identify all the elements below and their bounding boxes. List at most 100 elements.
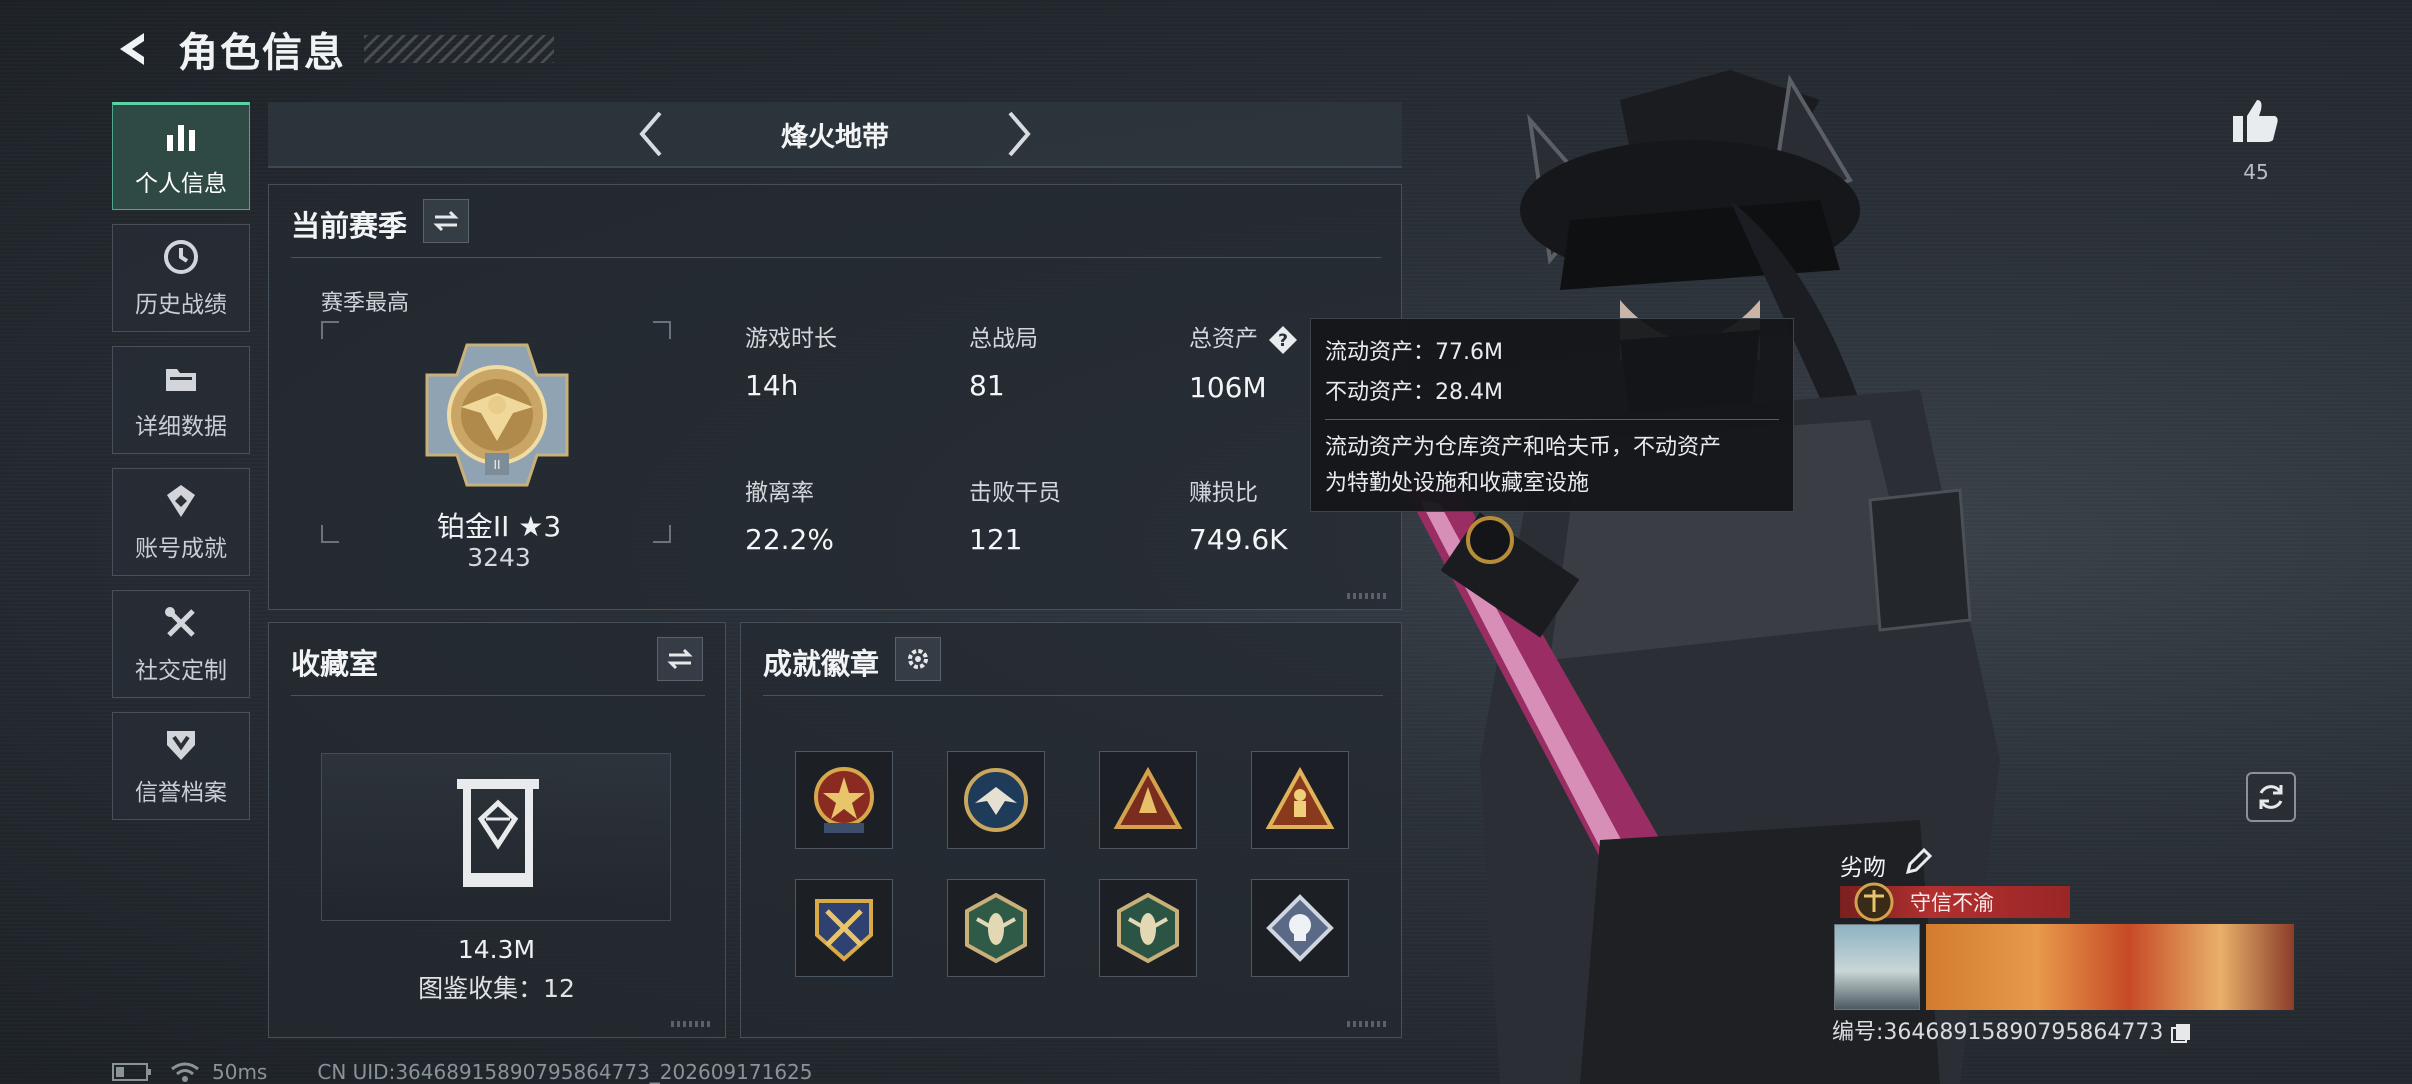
star-emblem-icon xyxy=(814,767,874,833)
edit-icon[interactable] xyxy=(1904,846,1934,876)
stat-value: 81 xyxy=(969,369,1005,402)
sidebar-item-social-custom[interactable]: 社交定制 xyxy=(112,590,250,698)
profile-banner[interactable] xyxy=(1926,924,2294,1010)
svg-text:?: ? xyxy=(1278,331,1288,351)
like-count: 45 xyxy=(2243,160,2269,184)
refresh-icon xyxy=(2259,785,2283,809)
hornet-hex-2-icon xyxy=(1117,892,1179,964)
rank-score: 3243 xyxy=(467,543,531,572)
season-divider xyxy=(291,257,1381,258)
ping-value: 50ms xyxy=(212,1060,268,1084)
copy-icon[interactable] xyxy=(2170,1022,2192,1044)
tooltip-description-line-1: 流动资产为仓库资产和哈夫币，不动资产 xyxy=(1325,435,1722,460)
stat-value: 22.2% xyxy=(745,523,834,556)
tooltip-liquid-assets: 流动资产：77.6M xyxy=(1325,340,1503,365)
header: 角色信息 xyxy=(112,22,554,76)
help-icon[interactable]: ? xyxy=(1268,325,1298,355)
season-panel: 当前赛季 赛季最高 II 铂金II ★3 3243 游戏时长 14h 总战局 8… xyxy=(268,184,1402,610)
sidebar-item-personal-info[interactable]: 个人信息 xyxy=(112,102,250,210)
diamond-skull-icon xyxy=(1266,894,1334,962)
sidebar-item-credit-file[interactable]: 信誉档案 xyxy=(112,712,250,820)
sidebar-item-detailed-data[interactable]: 详细数据 xyxy=(112,346,250,454)
player-id: 编号:3646891589079586477​3 xyxy=(1832,1014,2192,1046)
badge-slot[interactable] xyxy=(947,751,1045,849)
badges-settings-button[interactable] xyxy=(895,637,941,681)
player-id-text: 编号:3646891589079586477​3 xyxy=(1832,1020,2164,1045)
collection-count: 图鉴收集：12 xyxy=(418,974,575,1003)
sidebar-item-label: 历史战绩 xyxy=(135,292,227,318)
collection-switch-button[interactable] xyxy=(657,637,703,681)
badges-title: 成就徽章 xyxy=(763,647,880,681)
corner-decoration xyxy=(1347,1021,1387,1027)
mode-selector: 烽火地带 xyxy=(268,102,1402,168)
full-uid: CN UID:3646891589079586477​3_20260917162… xyxy=(317,1060,813,1084)
mode-label: 烽火地带 xyxy=(781,121,889,153)
avatar[interactable] xyxy=(1834,924,1920,1010)
stat-label: 撤离率 xyxy=(745,480,814,506)
thumbs-up-icon xyxy=(2233,100,2278,142)
hornet-hex-icon xyxy=(965,892,1027,964)
badge-slot[interactable] xyxy=(795,751,893,849)
sidebar-item-achievements[interactable]: 账号成就 xyxy=(112,468,250,576)
badge-slot[interactable] xyxy=(795,879,893,977)
sidebar-item-label: 信誉档案 xyxy=(135,780,227,806)
badge-slot[interactable] xyxy=(1099,879,1197,977)
badge-slot[interactable] xyxy=(947,879,1045,977)
corner-decoration xyxy=(671,1021,711,1027)
gear-icon xyxy=(908,649,928,669)
stat-label: 击败干员 xyxy=(969,480,1061,506)
stat-label: 赚损比 xyxy=(1189,480,1258,506)
season-title: 当前赛季 xyxy=(291,209,408,243)
player-nickname: 劣吻 xyxy=(1840,855,1886,881)
battery-icon xyxy=(112,1063,151,1081)
tooltip-divider xyxy=(1325,419,1779,420)
stat-label: 总战局 xyxy=(969,326,1038,352)
status-bar: 50ms CN UID:3646891589079586477​3_202609… xyxy=(112,1060,813,1084)
folder-icon xyxy=(161,359,201,399)
stat-extract-rate: 撤离率 22.2% xyxy=(745,473,834,556)
sidebar-item-history[interactable]: 历史战绩 xyxy=(112,224,250,332)
soldier-triangle-icon xyxy=(1265,766,1335,829)
rank-name: 铂金II ★3 xyxy=(436,510,562,543)
badge-slot[interactable] xyxy=(1251,879,1349,977)
like-widget[interactable]: 45 xyxy=(2230,98,2282,184)
prev-mode-button[interactable] xyxy=(621,104,681,164)
stat-value: 106M xyxy=(1189,370,1267,404)
badge-slot[interactable] xyxy=(1251,751,1349,849)
clock-icon xyxy=(161,237,201,277)
crossed-swords-emblem-icon xyxy=(815,899,873,962)
player-title-banner: 守信不渝 xyxy=(1840,882,2070,922)
chevron-left-icon xyxy=(639,111,662,157)
badges-divider xyxy=(763,695,1383,696)
sidebar-item-label: 社交定制 xyxy=(135,658,227,684)
tools-icon xyxy=(161,603,201,643)
badge-slot[interactable] xyxy=(1099,751,1197,849)
stat-play-time: 游戏时长 14h xyxy=(745,319,837,402)
corner-decoration xyxy=(1347,593,1387,599)
player-title: 守信不渝 xyxy=(1910,891,1994,915)
season-switch-button[interactable] xyxy=(423,199,469,243)
bar-chart-icon xyxy=(161,116,201,156)
collection-value: 14.3M xyxy=(457,935,536,964)
badges-panel: 成就徽章 xyxy=(740,622,1402,1038)
title-decoration xyxy=(364,35,554,63)
sidebar: 个人信息 历史战绩 详细数据 账号成就 社交定制 信誉档案 xyxy=(112,102,250,834)
vault-icon xyxy=(457,779,539,887)
season-best-label: 赛季最高 xyxy=(321,291,410,316)
stat-label: 总资产? xyxy=(1189,319,1298,355)
eagle-emblem-icon xyxy=(964,768,1028,832)
next-mode-button[interactable] xyxy=(989,104,1049,164)
stat-profit-loss-ratio: 赚损比 749.6K xyxy=(1189,473,1288,556)
rotate-view-button[interactable] xyxy=(2246,772,2296,822)
tooltip-description-line-2: 为特勤处设施和收藏室设施 xyxy=(1325,471,1590,496)
stat-total-matches: 总战局 81 xyxy=(969,319,1038,402)
achievement-icon xyxy=(161,481,201,521)
back-button[interactable] xyxy=(112,27,156,71)
swap-icon xyxy=(667,648,693,670)
sidebar-item-label: 账号成就 xyxy=(135,536,227,562)
collection-panel: 收藏室 14.3M 图鉴收集：12 xyxy=(268,622,726,1038)
stat-value: 749.6K xyxy=(1189,523,1288,556)
stat-operators-defeated: 击败干员 121 xyxy=(969,473,1061,556)
stat-value: 121 xyxy=(969,523,1023,556)
stat-total-assets: 总资产? 106M xyxy=(1189,319,1298,404)
